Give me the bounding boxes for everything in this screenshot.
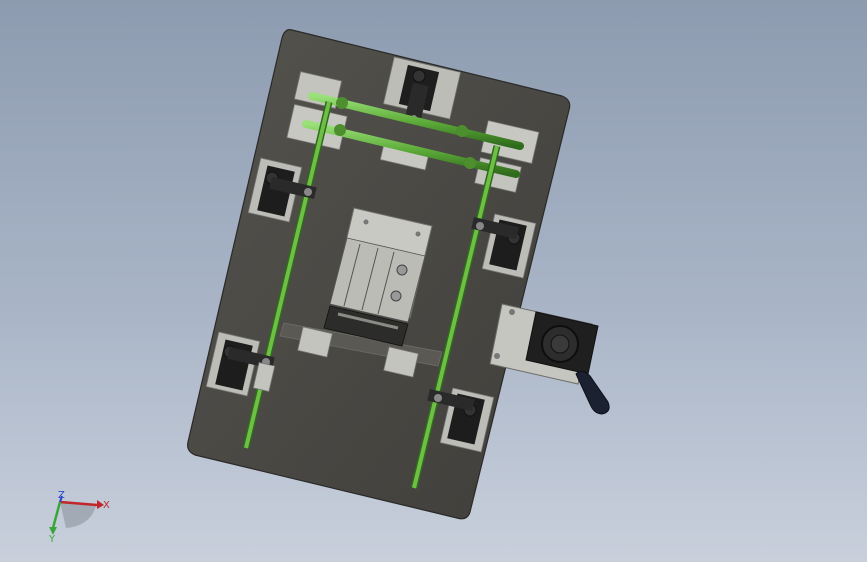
- fixture-assembly-model[interactable]: X Y Z: [0, 0, 867, 562]
- y-axis-arrow: [51, 501, 62, 529]
- x-axis-label: X: [103, 500, 110, 511]
- triad-sphere-shadow: [60, 502, 96, 528]
- cad-3d-viewport[interactable]: X Y Z: [0, 0, 867, 562]
- y-axis-label: Y: [48, 534, 56, 545]
- z-axis-label: Z: [58, 490, 65, 501]
- lever-handle[interactable]: [575, 370, 610, 415]
- orientation-triad[interactable]: X Y Z: [48, 490, 110, 545]
